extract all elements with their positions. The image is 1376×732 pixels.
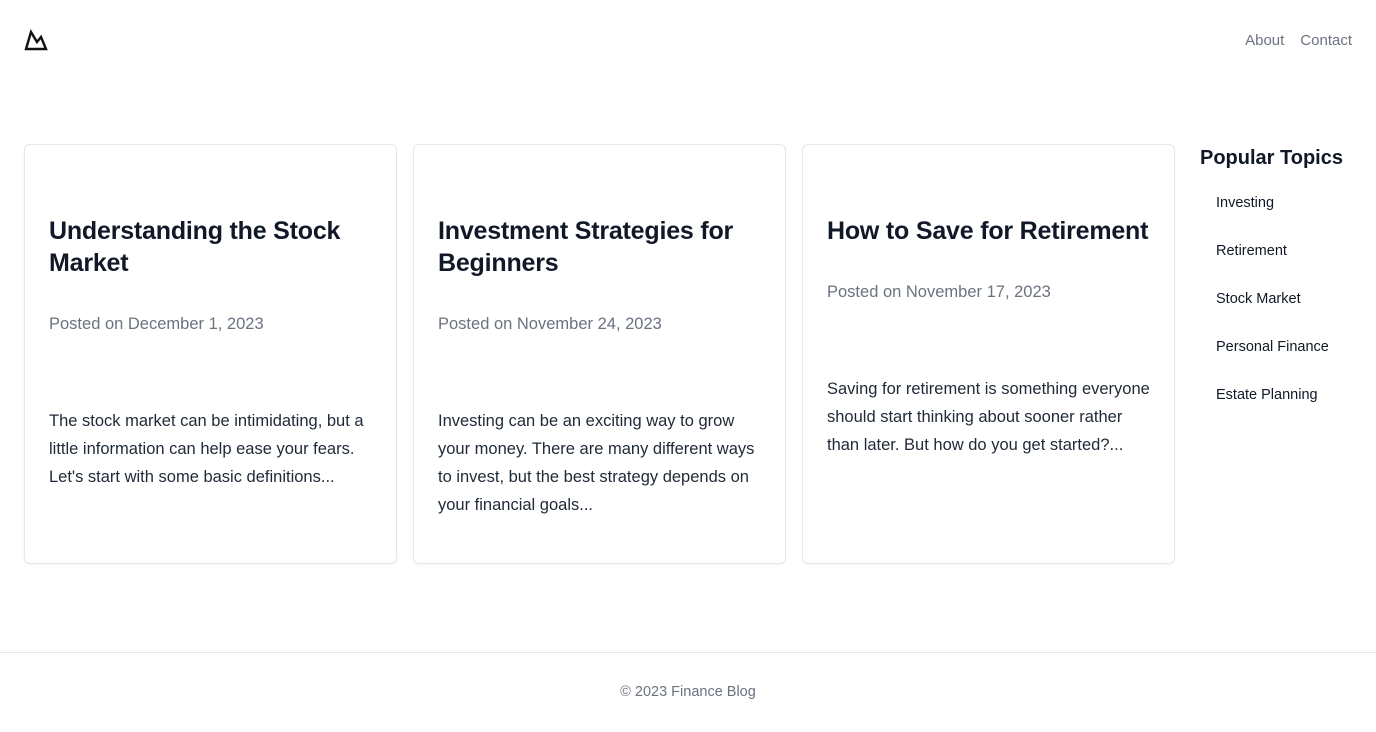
- post-excerpt: Investing can be an exciting way to grow…: [438, 412, 755, 514]
- post-title[interactable]: Investment Strategies for Beginners: [438, 215, 761, 279]
- topics-list: Investing Retirement Stock Market Person…: [1200, 194, 1360, 404]
- post-title[interactable]: How to Save for Retirement: [827, 215, 1150, 247]
- post-date: Posted on November 17, 2023: [827, 283, 1051, 301]
- site-footer: © 2023 Finance Blog: [0, 652, 1376, 732]
- topic-item-stock-market[interactable]: Stock Market: [1200, 290, 1360, 308]
- mountain-logo-icon[interactable]: [24, 29, 48, 51]
- post-excerpt: The stock market can be intimidating, bu…: [49, 412, 364, 486]
- topic-item-personal-finance[interactable]: Personal Finance: [1200, 338, 1360, 356]
- post-title[interactable]: Understanding the Stock Market: [49, 215, 372, 279]
- nav-contact-link[interactable]: Contact: [1300, 32, 1352, 50]
- post-date: Posted on November 24, 2023: [438, 315, 662, 333]
- copyright-text: © 2023 Finance Blog: [620, 684, 756, 700]
- site-header: About Contact: [0, 0, 1376, 80]
- popular-topics-sidebar: Popular Topics Investing Retirement Stoc…: [1200, 144, 1360, 434]
- post-excerpt: Saving for retirement is something every…: [827, 380, 1150, 454]
- post-card[interactable]: Understanding the Stock Market Posted on…: [24, 144, 397, 564]
- topic-item-investing[interactable]: Investing: [1200, 194, 1360, 212]
- post-card[interactable]: Investment Strategies for Beginners Post…: [413, 144, 786, 564]
- post-card[interactable]: How to Save for Retirement Posted on Nov…: [802, 144, 1175, 564]
- top-nav: About Contact: [1245, 32, 1352, 50]
- topic-item-retirement[interactable]: Retirement: [1200, 242, 1360, 260]
- sidebar-title: Popular Topics: [1200, 147, 1343, 169]
- post-date: Posted on December 1, 2023: [49, 315, 264, 333]
- post-list: Understanding the Stock Market Posted on…: [24, 144, 1175, 564]
- nav-about-link[interactable]: About: [1245, 32, 1284, 50]
- topic-item-estate-planning[interactable]: Estate Planning: [1200, 386, 1360, 404]
